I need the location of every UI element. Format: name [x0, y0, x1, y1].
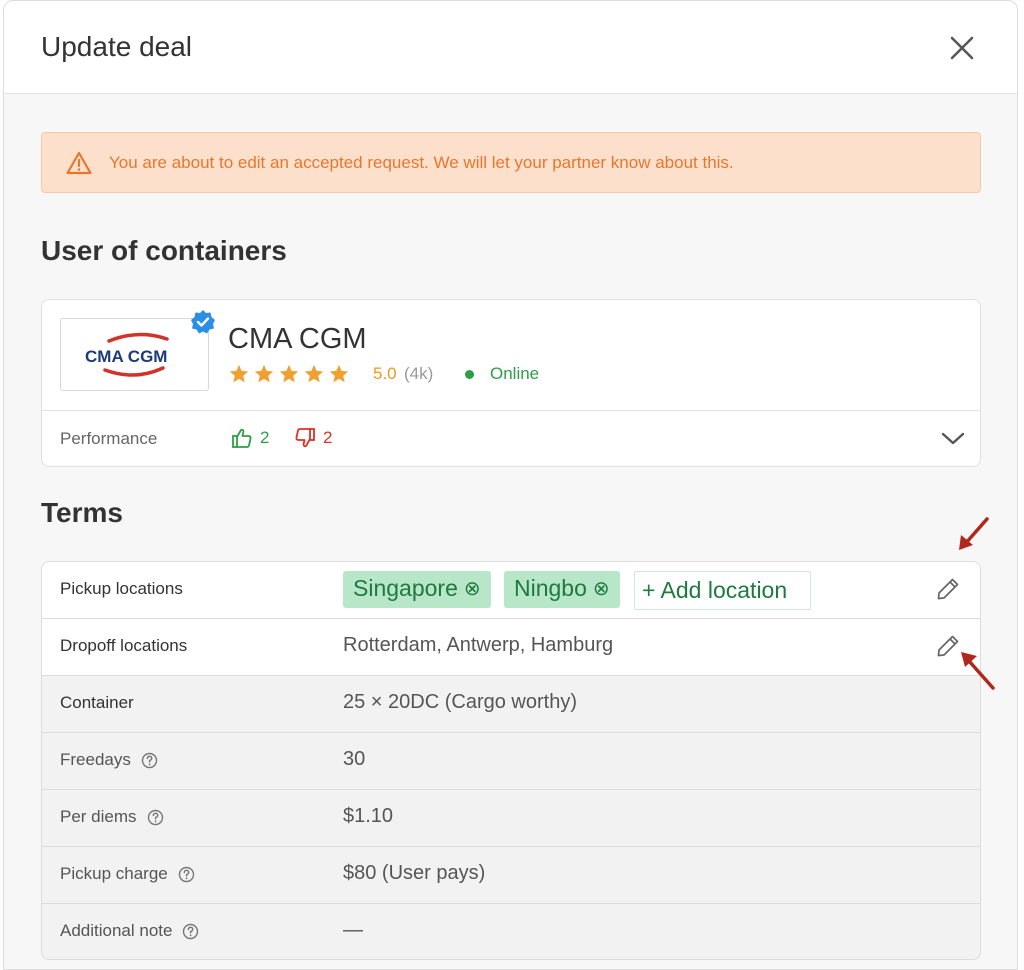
rating-count: (4k): [404, 364, 434, 383]
partner-section-title: User of containers: [41, 235, 287, 266]
chip-label: Ningbo: [514, 575, 587, 601]
per-diems-value: $1.10: [343, 805, 394, 827]
star-icon: [304, 364, 324, 383]
update-deal-modal: Update deal You are about to edit an acc…: [3, 0, 1018, 970]
online-status-dot: [465, 370, 474, 379]
star-rating: [228, 363, 350, 385]
terms-table: Pickup locations Singapore ⊗ Ningbo ⊗ + …: [41, 561, 981, 960]
additional-note-label: Additional note: [60, 921, 173, 940]
close-icon[interactable]: [947, 33, 977, 63]
star-icon: [279, 364, 299, 383]
remove-chip-icon[interactable]: ⊗: [593, 575, 610, 608]
warning-alert: You are about to edit an accepted reques…: [41, 132, 981, 193]
dropoff-locations-value: Rotterdam, Antwerp, Hamburg: [343, 634, 614, 656]
location-chip-ningbo: Ningbo ⊗: [504, 571, 620, 608]
modal-title: Update deal: [41, 31, 193, 62]
pencil-edit-icon[interactable]: [935, 576, 961, 602]
additional-note-value: —: [343, 919, 363, 941]
table-row-dropoff: Dropoff locations Rotterdam, Antwerp, Ha…: [42, 619, 980, 676]
per-diems-label: Per diems: [60, 807, 137, 826]
company-logo: CMA CGM: [60, 318, 209, 391]
online-status: Online: [490, 364, 540, 383]
thumbs-down-count: 2: [323, 428, 333, 447]
dropoff-locations-label: Dropoff locations: [60, 636, 188, 655]
additional-note-label-group: Additional note: [60, 921, 199, 941]
thumbs-up-icon: [232, 428, 252, 448]
annotation-arrow-icon: [959, 517, 989, 550]
chip-label: Singapore: [353, 575, 458, 601]
per-diems-label-group: Per diems: [60, 807, 164, 827]
location-chip-singapore: Singapore ⊗: [343, 571, 491, 608]
container-value: 25 × 20DC (Cargo worthy): [343, 691, 577, 713]
pickup-charge-label: Pickup charge: [60, 864, 168, 883]
alert-message: You are about to edit an accepted reques…: [109, 153, 734, 172]
container-label: Container: [60, 693, 134, 712]
performance-label: Performance: [60, 429, 158, 448]
help-icon[interactable]: [178, 866, 195, 883]
table-row-freedays: Freedays 30: [42, 733, 980, 790]
card-divider: [42, 410, 980, 411]
help-icon[interactable]: [147, 809, 164, 826]
remove-chip-icon[interactable]: ⊗: [464, 575, 481, 608]
company-name: CMA CGM: [228, 323, 367, 355]
terms-section-title: Terms: [41, 497, 123, 528]
warning-icon: [66, 151, 92, 175]
table-row-container: Container 25 × 20DC (Cargo worthy): [42, 676, 980, 733]
freedays-label: Freedays: [60, 750, 131, 769]
verified-badge-icon: [191, 310, 215, 334]
logo-text: CMA CGM: [85, 347, 167, 366]
thumbs-up-count: 2: [260, 428, 270, 447]
help-icon[interactable]: [141, 752, 158, 769]
add-location-button[interactable]: + Add location: [634, 571, 811, 610]
annotation-arrow-icon: [961, 652, 995, 690]
partner-card: CMA CGM CMA CGM 5.0 (4k) Online Performa…: [41, 299, 981, 467]
table-row-pickup-charge: Pickup charge $80 (User pays): [42, 847, 980, 904]
table-row-additional-note: Additional note —: [42, 904, 980, 959]
rating-value: 5.0: [373, 364, 397, 383]
help-icon[interactable]: [182, 923, 199, 940]
close-button[interactable]: [947, 33, 977, 63]
star-icon: [329, 364, 349, 383]
chevron-down-icon[interactable]: [940, 428, 966, 448]
star-icon: [254, 364, 274, 383]
table-row-pickup: Pickup locations Singapore ⊗ Ningbo ⊗ + …: [42, 562, 980, 619]
pickup-charge-label-group: Pickup charge: [60, 864, 195, 884]
freedays-value: 30: [343, 748, 366, 770]
freedays-label-group: Freedays: [60, 750, 158, 770]
table-row-per-diems: Per diems $1.10: [42, 790, 980, 847]
thumbs-down-icon: [295, 428, 315, 448]
pickup-charge-value: $80 (User pays): [343, 862, 486, 884]
pickup-locations-label: Pickup locations: [60, 579, 183, 598]
modal-header: Update deal: [4, 1, 1017, 94]
star-icon: [229, 364, 249, 383]
